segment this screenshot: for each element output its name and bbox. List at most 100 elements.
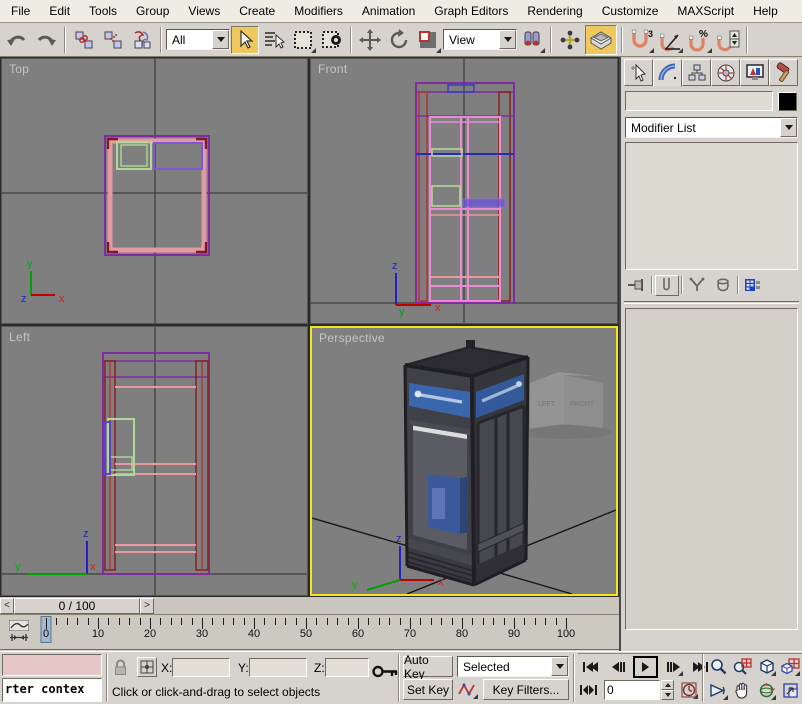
configure-sets-icon <box>744 277 762 293</box>
menu-file[interactable]: File <box>2 0 40 22</box>
select-and-move-button[interactable] <box>356 26 384 54</box>
select-and-link-button[interactable] <box>70 26 98 54</box>
go-to-start-button[interactable] <box>578 657 602 677</box>
dropdown-arrow-icon[interactable] <box>499 30 516 49</box>
absolute-mode-toggle[interactable] <box>137 657 157 677</box>
rollout-area[interactable] <box>625 308 798 630</box>
arc-rotate-button[interactable] <box>755 680 777 701</box>
track-ruler[interactable]: 0102030405060708090100 <box>46 616 566 648</box>
menu-maxscript[interactable]: MAXScript <box>668 0 744 22</box>
min-max-toggle-button[interactable] <box>779 680 801 701</box>
pan-button[interactable] <box>731 680 753 701</box>
viewport-front[interactable]: z y x Front <box>310 58 618 324</box>
tab-display[interactable] <box>740 59 769 86</box>
object-color-swatch[interactable] <box>778 92 797 111</box>
select-and-manipulate-button[interactable] <box>556 26 584 54</box>
menu-graph-editors[interactable]: Graph Editors <box>425 0 518 22</box>
viewport-top[interactable]: y z x Top <box>1 58 308 324</box>
frame-spinner[interactable] <box>661 680 674 700</box>
time-slider-handle[interactable]: 0 / 100 <box>14 598 140 614</box>
select-and-scale-button[interactable] <box>414 26 442 54</box>
next-frame-button[interactable] <box>662 657 684 677</box>
selection-lock-toggle[interactable] <box>113 659 128 676</box>
zoom-button[interactable] <box>707 656 729 677</box>
redo-button[interactable] <box>32 26 60 54</box>
menu-create[interactable]: Create <box>230 0 285 22</box>
open-mini-curve-editor-button[interactable] <box>6 618 32 645</box>
key-filter-selection-value: Selected <box>463 660 510 674</box>
menu-tools[interactable]: Tools <box>80 0 127 22</box>
object-name-field[interactable] <box>625 91 773 111</box>
use-center-flyout-button[interactable] <box>518 26 546 54</box>
rectangular-selection-region-button[interactable] <box>289 26 317 54</box>
unlink-selection-button[interactable] <box>99 26 127 54</box>
dropdown-arrow-icon[interactable] <box>212 30 229 49</box>
make-unique-button[interactable] <box>685 275 709 296</box>
modifier-stack-list[interactable] <box>625 142 798 270</box>
menu-help[interactable]: Help <box>744 0 788 22</box>
menu-animation[interactable]: Animation <box>353 0 425 22</box>
dropdown-arrow-icon[interactable] <box>551 657 568 676</box>
keyboard-override-toggle[interactable] <box>585 25 617 55</box>
time-configuration-button[interactable] <box>678 680 699 700</box>
angle-snap-toggle-button[interactable] <box>656 26 684 54</box>
auto-key-button[interactable]: Auto Key <box>403 656 453 677</box>
key-filter-selection-dropdown[interactable]: Selected <box>457 656 569 677</box>
tab-utilities[interactable] <box>769 59 798 86</box>
tab-motion[interactable] <box>711 59 740 86</box>
zoom-all-button[interactable] <box>731 656 753 677</box>
previous-frame-button[interactable] <box>607 657 629 677</box>
tab-modify[interactable] <box>653 59 682 87</box>
undo-button[interactable] <box>3 26 31 54</box>
undo-icon <box>6 29 28 51</box>
reference-coord-dropdown[interactable]: View <box>443 29 517 50</box>
modifier-list-dropdown[interactable]: Modifier List <box>625 117 798 138</box>
menu-rendering[interactable]: Rendering <box>518 0 592 22</box>
set-key-button[interactable]: Set Key <box>403 679 453 700</box>
percent-snap-toggle-button[interactable]: % <box>685 26 713 54</box>
select-by-name-button[interactable] <box>260 26 288 54</box>
pin-icon <box>627 277 647 293</box>
spinner-snap-toggle-button[interactable] <box>714 26 742 54</box>
play-button[interactable] <box>633 656 658 678</box>
configure-modifier-sets-button[interactable] <box>741 275 765 296</box>
toolbar-separator <box>550 27 552 53</box>
time-slider-prev-button[interactable]: < <box>0 598 14 614</box>
tab-create[interactable] <box>624 59 653 86</box>
selection-filter-dropdown[interactable]: All <box>166 29 230 50</box>
time-slider-next-button[interactable]: > <box>140 598 154 614</box>
menu-modifiers[interactable]: Modifiers <box>285 0 353 22</box>
dropdown-arrow-icon[interactable] <box>780 118 797 137</box>
z-coordinate-field[interactable] <box>325 658 369 677</box>
field-of-view-button[interactable] <box>707 680 729 701</box>
remove-modifier-button[interactable] <box>711 275 735 296</box>
set-keys-button[interactable] <box>372 664 398 679</box>
object-name-row <box>625 91 798 111</box>
default-tangent-button[interactable] <box>455 679 479 700</box>
maxscript-mini-listener[interactable]: rter contex <box>2 678 102 702</box>
track-bar[interactable]: 0102030405060708090100 <box>0 615 619 650</box>
menu-views[interactable]: Views <box>179 0 230 22</box>
key-filters-button[interactable]: Key Filters... <box>483 679 569 700</box>
current-frame-field[interactable] <box>604 680 660 700</box>
zoom-extents-all-button[interactable] <box>779 656 801 677</box>
select-object-button[interactable] <box>231 26 259 54</box>
menu-group[interactable]: Group <box>127 0 179 22</box>
x-coordinate-field[interactable] <box>172 658 230 677</box>
ruler-tick <box>56 618 57 625</box>
menu-edit[interactable]: Edit <box>40 0 80 22</box>
viewport-perspective[interactable]: LEFT FRONT <box>310 326 618 596</box>
window-crossing-toggle-button[interactable] <box>318 26 346 54</box>
show-end-result-button[interactable] <box>655 275 679 296</box>
key-mode-toggle-button[interactable] <box>578 680 598 700</box>
menu-customize[interactable]: Customize <box>593 0 669 22</box>
snap-toggle-3d-button[interactable]: 3 <box>627 26 655 54</box>
tab-hierarchy[interactable] <box>682 59 711 86</box>
viewport-left[interactable]: z y x Left <box>1 326 308 596</box>
select-and-rotate-button[interactable] <box>385 26 413 54</box>
y-coordinate-field[interactable] <box>249 658 307 677</box>
bind-to-space-warp-button[interactable] <box>128 26 156 54</box>
macro-recorder-field[interactable] <box>2 654 102 676</box>
zoom-extents-button[interactable] <box>755 656 777 677</box>
pin-stack-button[interactable] <box>625 275 649 296</box>
